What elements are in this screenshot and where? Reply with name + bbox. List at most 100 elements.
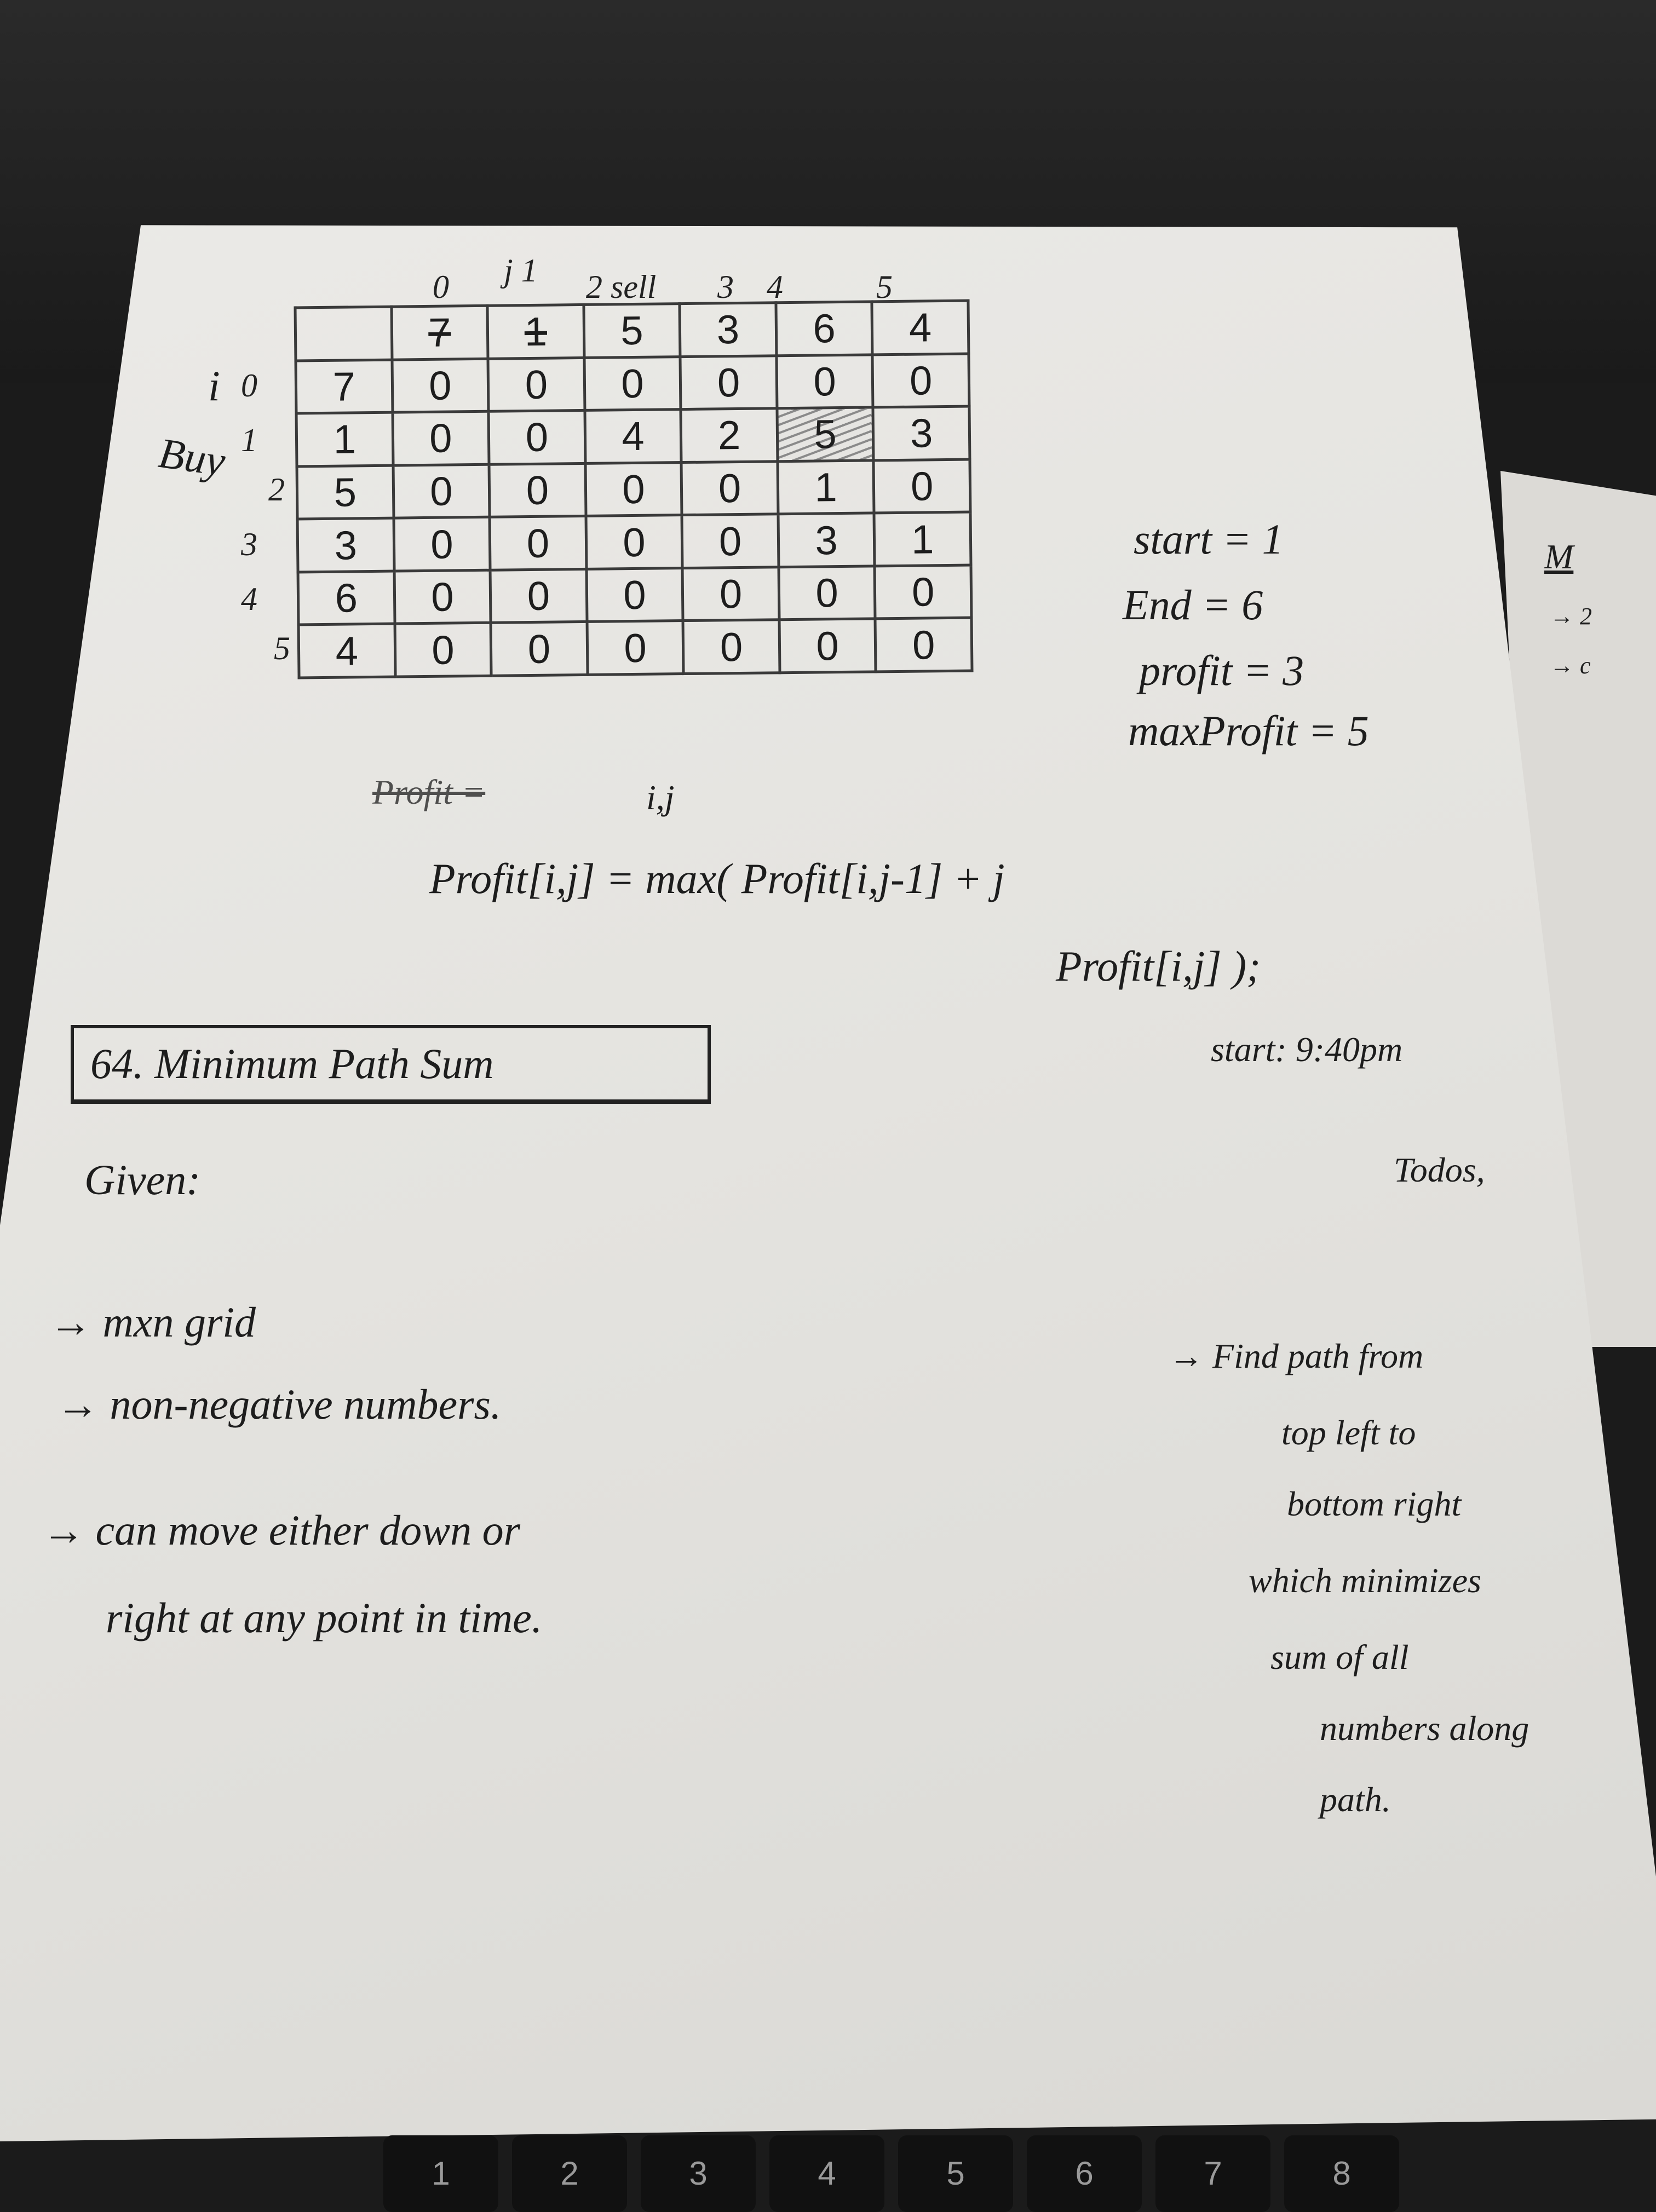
table-cell: 0 <box>491 621 588 676</box>
table-row: 6 0 0 0 0 0 0 <box>298 564 971 625</box>
table-cell: 1 <box>777 460 875 514</box>
table-cell: 0 <box>394 623 492 677</box>
table-cell: 0 <box>586 620 684 675</box>
table-cell: 0 <box>585 515 683 569</box>
table-cell: 0 <box>586 568 683 622</box>
table-cell: 0 <box>392 358 489 413</box>
price-header: 6 <box>775 301 873 356</box>
var-max-profit: maxProfit = 5 <box>1128 707 1369 754</box>
todo-line: path. <box>1320 1780 1391 1819</box>
var-profit: profit = 3 <box>1139 647 1304 694</box>
table-cell: 0 <box>875 564 971 619</box>
keyboard-key: 2 <box>512 2135 627 2212</box>
keyboard-key: 8 <box>1284 2135 1399 2212</box>
table-cell: 5 <box>777 407 874 462</box>
given-item: → can move either down or <box>42 1506 521 1554</box>
table-cell: 0 <box>488 410 585 464</box>
given-item: → non-negative numbers. <box>56 1380 502 1428</box>
given-item: → mxn grid <box>49 1298 256 1346</box>
keyboard-key: 1 <box>383 2135 498 2212</box>
price-header: 3 <box>680 302 777 357</box>
todo-line: sum of all <box>1270 1638 1409 1677</box>
row-price: 6 <box>298 571 395 625</box>
table-cell: 0 <box>488 357 585 412</box>
table-cell: 0 <box>393 517 491 571</box>
table-cell: 0 <box>779 619 876 673</box>
row-price: 5 <box>297 465 394 520</box>
side-page-heading: M <box>1544 537 1574 576</box>
table-cell: 0 <box>778 566 876 620</box>
start-time: start: 9:40pm <box>1211 1030 1403 1069</box>
column-index: 4 <box>767 269 783 305</box>
todo-line: numbers along <box>1320 1709 1530 1748</box>
table-cell: 0 <box>682 514 779 568</box>
table-header-row: 7 1 5 3 6 4 <box>295 301 969 361</box>
table-cell: 0 <box>490 569 587 623</box>
row-price: 7 <box>296 359 393 414</box>
price-header: 7 <box>391 306 488 360</box>
row-price: 1 <box>296 412 393 466</box>
table-cell: 0 <box>683 620 780 674</box>
table-cell: 3 <box>778 513 875 567</box>
keyboard-key: 3 <box>641 2135 756 2212</box>
row-index: 5 <box>274 630 290 666</box>
struck-profit-label: Profit = <box>372 773 486 811</box>
todos-label: Todos, <box>1394 1150 1485 1189</box>
side-page-arrow-1: → 2 <box>1550 603 1592 630</box>
todo-line: → Find path from <box>1169 1337 1424 1375</box>
column-index: 0 <box>433 269 449 305</box>
row-price: 3 <box>297 518 394 572</box>
problem-title-box: 64. Minimum Path Sum <box>71 1025 711 1104</box>
table-cell: 0 <box>585 462 682 516</box>
keyboard-key: 5 <box>898 2135 1013 2212</box>
row-index: 0 <box>241 367 257 404</box>
row-index: 2 <box>268 471 285 508</box>
formula-ij: i,j <box>646 778 675 817</box>
column-index: 2 sell <box>586 269 657 305</box>
todo-line: bottom right <box>1287 1484 1462 1523</box>
table-row: 7 0 0 0 0 0 0 <box>296 353 969 414</box>
row-index: 4 <box>241 581 257 617</box>
table-row: 4 0 0 0 0 0 0 <box>298 618 973 678</box>
table-cell: 0 <box>392 411 490 465</box>
given-item: right at any point in time. <box>106 1594 543 1641</box>
column-index: j 1 <box>504 252 538 289</box>
table-cell: 0 <box>584 356 681 411</box>
keyboard-key: 6 <box>1027 2135 1142 2212</box>
todo-line: top left to <box>1281 1413 1416 1452</box>
table-cell: 2 <box>681 408 778 463</box>
table-row: 1 0 0 4 2 5 3 <box>296 406 970 466</box>
side-page-arrow-2: → c <box>1550 652 1591 679</box>
table-cell: 0 <box>682 567 779 621</box>
table-cell: 0 <box>873 459 970 514</box>
corner-cell <box>295 307 392 361</box>
table-row: 3 0 0 0 0 3 1 <box>297 512 971 572</box>
keyboard-key: 7 <box>1155 2135 1270 2212</box>
keyboard-key: 4 <box>769 2135 884 2212</box>
table-cell: 0 <box>872 353 969 408</box>
table-cell: 0 <box>490 516 586 571</box>
var-end: End = 6 <box>1123 581 1263 629</box>
row-price: 4 <box>298 624 395 678</box>
table-cell: 0 <box>489 463 586 517</box>
table-cell: 0 <box>875 618 973 672</box>
table-row: 5 0 0 0 0 1 0 <box>297 459 970 520</box>
table-cell: 4 <box>584 409 682 464</box>
table-cell: 3 <box>873 406 970 460</box>
table-cell: 0 <box>681 461 778 515</box>
formula-line-2: Profit[i,j] ); <box>1056 942 1261 990</box>
row-axis-label-buy: Buy <box>156 428 228 486</box>
var-start: start = 1 <box>1134 515 1284 563</box>
column-index: 3 <box>717 269 734 305</box>
price-header: 1 <box>487 304 584 359</box>
problem-title: 64. Minimum Path Sum <box>90 1040 494 1087</box>
formula-line-1: Profit[i,j] = max( Profit[i,j-1] + j <box>429 855 1005 902</box>
todo-line: which minimizes <box>1249 1561 1481 1600</box>
row-index: 3 <box>241 526 257 562</box>
row-index: 1 <box>241 422 257 458</box>
price-header: 4 <box>872 301 969 355</box>
table-cell: 1 <box>874 512 971 566</box>
given-label: Given: <box>84 1156 201 1203</box>
table-cell: 0 <box>393 464 490 519</box>
profit-dp-table: 7 1 5 3 6 4 7 0 0 0 0 0 0 1 0 0 4 2 5 3 … <box>294 299 973 679</box>
